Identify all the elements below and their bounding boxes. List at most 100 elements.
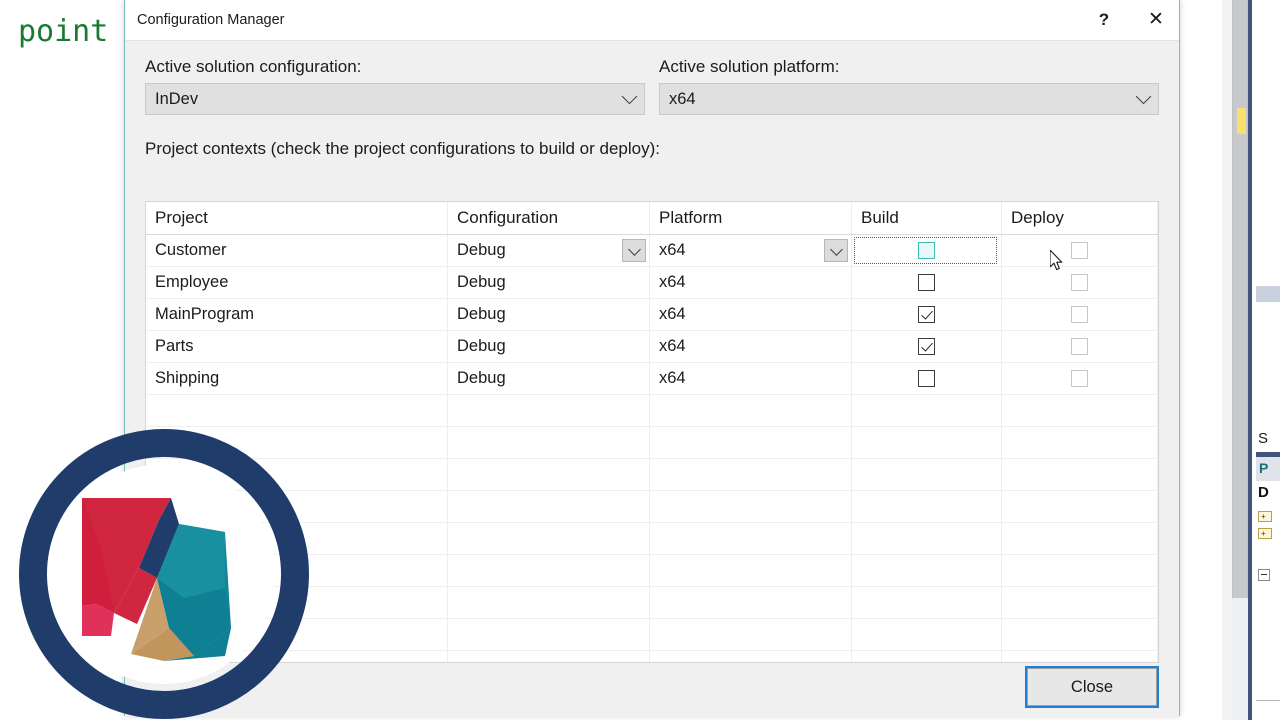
property-expander-icon-1[interactable]: +	[1258, 511, 1272, 522]
table-row-empty[interactable]	[146, 491, 1158, 523]
property-expander-icon-2[interactable]: +	[1258, 528, 1272, 539]
grid-column-header-project[interactable]: Project	[146, 202, 448, 234]
grid-cell-empty	[650, 491, 852, 522]
grid-cell-project[interactable]: Parts	[146, 331, 448, 362]
build-checkbox[interactable]	[918, 274, 935, 291]
table-row-empty[interactable]	[146, 459, 1158, 491]
grid-cell-empty	[448, 523, 650, 554]
grid-body: Customer Debug x64 Employee Debug x64 MainProg…	[146, 235, 1158, 662]
grid-cell-configuration[interactable]: Debug	[448, 331, 650, 362]
grid-cell-deploy[interactable]	[1002, 235, 1158, 266]
grid-cell-deploy[interactable]	[1002, 299, 1158, 330]
configuration-manager-dialog: Configuration Manager ? ✕ Active solutio…	[124, 0, 1180, 717]
grid-cell-build[interactable]	[852, 331, 1002, 362]
active-solution-configuration-value: InDev	[155, 89, 199, 108]
grid-cell-platform[interactable]: x64	[650, 299, 852, 330]
grid-cell-deploy[interactable]	[1002, 267, 1158, 298]
grid-cell-configuration[interactable]: Debug	[448, 267, 650, 298]
grid-cell-text: x64	[659, 369, 686, 387]
deploy-checkbox	[1071, 306, 1088, 323]
grid-cell-empty	[1002, 395, 1158, 426]
grid-cell-platform[interactable]: x64	[650, 363, 852, 394]
grid-cell-empty	[448, 459, 650, 490]
grid-cell-deploy[interactable]	[1002, 363, 1158, 394]
grid-cell-text: Shipping	[155, 369, 220, 387]
grid-cell-empty	[1002, 523, 1158, 554]
solution-explorer-panel[interactable]: S P D + +	[1248, 0, 1280, 720]
close-button[interactable]: Close	[1025, 666, 1159, 708]
table-row-empty[interactable]	[146, 523, 1158, 555]
scrollbar-bottom-area[interactable]	[1232, 598, 1248, 720]
table-row[interactable]: Parts Debug x64	[146, 331, 1158, 363]
configuration-dropdown-button[interactable]	[622, 239, 646, 262]
grid-column-header-deploy[interactable]: Deploy	[1002, 202, 1158, 234]
platform-dropdown-button[interactable]	[824, 239, 848, 262]
grid-cell-empty	[146, 427, 448, 458]
properties-panel-header[interactable]: P	[1256, 457, 1280, 481]
table-row-empty[interactable]	[146, 587, 1158, 619]
grid-cell-configuration[interactable]: Debug	[448, 299, 650, 330]
deploy-checkbox	[1071, 242, 1088, 259]
table-row[interactable]: Shipping Debug x64	[146, 363, 1158, 395]
grid-column-header-platform[interactable]: Platform	[650, 202, 852, 234]
code-text: point	[18, 14, 109, 49]
grid-cell-text: Customer	[155, 241, 227, 259]
close-icon[interactable]: ✕	[1133, 0, 1179, 39]
grid-cell-text: x64	[659, 337, 686, 355]
grid-cell-empty	[146, 587, 448, 618]
grid-cell-project[interactable]: Customer	[146, 235, 448, 266]
active-solution-platform-combobox[interactable]: x64	[659, 83, 1159, 115]
grid-cell-build[interactable]	[852, 235, 1002, 266]
grid-cell-platform[interactable]: x64	[650, 267, 852, 298]
deploy-checkbox	[1071, 338, 1088, 355]
build-checkbox[interactable]	[918, 370, 935, 387]
property-collapse-icon[interactable]	[1258, 569, 1270, 581]
grid-cell-empty	[650, 395, 852, 426]
grid-cell-empty	[650, 459, 852, 490]
table-row[interactable]: MainProgram Debug x64	[146, 299, 1158, 331]
build-checkbox[interactable]	[918, 242, 935, 259]
active-solution-configuration-label: Active solution configuration:	[145, 57, 362, 76]
grid-cell-empty	[650, 587, 852, 618]
grid-cell-project[interactable]: MainProgram	[146, 299, 448, 330]
properties-panel-label: P	[1259, 460, 1269, 476]
grid-cell-project[interactable]: Shipping	[146, 363, 448, 394]
grid-cell-empty	[448, 587, 650, 618]
grid-cell-empty	[650, 523, 852, 554]
grid-cell-build[interactable]	[852, 363, 1002, 394]
grid-cell-build[interactable]	[852, 267, 1002, 298]
dialog-title: Configuration Manager	[137, 12, 285, 28]
grid-cell-empty	[650, 555, 852, 586]
table-row[interactable]: Customer Debug x64	[146, 235, 1158, 267]
build-checkbox[interactable]	[918, 306, 935, 323]
grid-cell-empty	[448, 555, 650, 586]
table-row-empty[interactable]	[146, 651, 1158, 662]
grid-column-header-configuration[interactable]: Configuration	[448, 202, 650, 234]
grid-cell-deploy[interactable]	[1002, 331, 1158, 362]
grid-cell-empty	[852, 459, 1002, 490]
grid-cell-project[interactable]: Employee	[146, 267, 448, 298]
active-solution-platform-label: Active solution platform:	[659, 57, 840, 76]
grid-cell-platform[interactable]: x64	[650, 235, 852, 266]
active-solution-configuration-combobox[interactable]: InDev	[145, 83, 645, 115]
grid-column-header-build[interactable]: Build	[852, 202, 1002, 234]
table-row-empty[interactable]	[146, 395, 1158, 427]
build-checkbox[interactable]	[918, 338, 935, 355]
grid-header-row: Project Configuration Platform Build Deploy	[146, 202, 1158, 235]
grid-cell-text: Debug	[457, 273, 506, 291]
grid-cell-configuration[interactable]: Debug	[448, 363, 650, 394]
table-row-empty[interactable]	[146, 427, 1158, 459]
grid-cell-configuration[interactable]: Debug	[448, 235, 650, 266]
chevron-down-icon	[627, 242, 641, 256]
grid-cell-platform[interactable]: x64	[650, 331, 852, 362]
grid-cell-build[interactable]	[852, 299, 1002, 330]
table-row-empty[interactable]	[146, 555, 1158, 587]
dialog-titlebar[interactable]: Configuration Manager ? ✕	[125, 0, 1179, 41]
grid-cell-empty	[852, 651, 1002, 662]
active-solution-platform-value: x64	[669, 89, 696, 108]
grid-cell-empty	[852, 427, 1002, 458]
help-icon[interactable]: ?	[1081, 0, 1127, 39]
project-contexts-grid[interactable]: Project Configuration Platform Build Deploy …	[145, 201, 1159, 663]
table-row[interactable]: Employee Debug x64	[146, 267, 1158, 299]
table-row-empty[interactable]	[146, 619, 1158, 651]
